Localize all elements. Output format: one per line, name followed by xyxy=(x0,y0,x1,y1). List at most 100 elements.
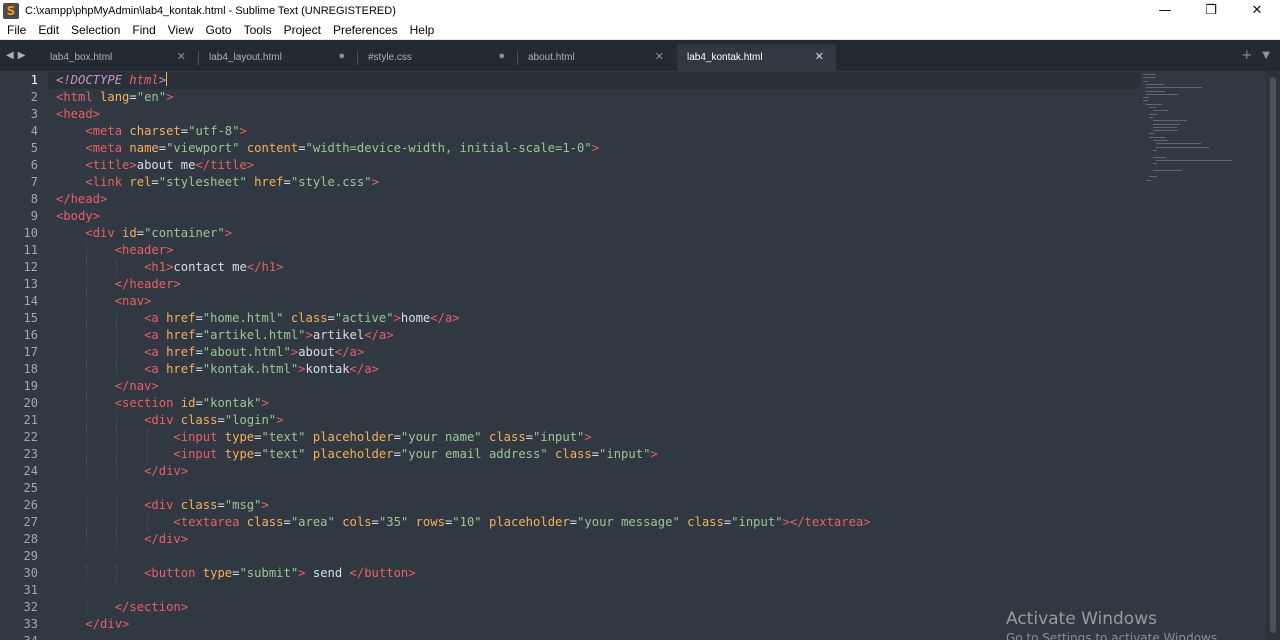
code-token: <!DOCTYPE xyxy=(56,73,130,87)
code-line[interactable]: </nav> xyxy=(56,378,159,395)
code-line[interactable]: <input type="text" placeholder="your nam… xyxy=(56,429,591,446)
minimize-button[interactable]: — xyxy=(1142,0,1188,21)
code-line[interactable]: <nav> xyxy=(56,293,152,310)
code-line[interactable]: </head> xyxy=(56,191,107,208)
line-number: 22 xyxy=(23,430,38,444)
code-token: class xyxy=(246,515,284,529)
indent-guide xyxy=(146,514,148,531)
code-line[interactable]: <a href="artikel.html">artikel</a> xyxy=(56,327,394,344)
tab-close-icon[interactable]: ✕ xyxy=(177,50,186,63)
line-number: 28 xyxy=(23,532,38,546)
code-token: "text" xyxy=(261,447,306,461)
minimap[interactable] xyxy=(1143,71,1253,191)
menu-selection[interactable]: Selection xyxy=(64,23,125,37)
code-line[interactable]: <body> xyxy=(56,208,100,225)
tab-next-icon[interactable]: ▶ xyxy=(18,50,26,61)
line-number: 10 xyxy=(23,226,38,240)
close-button[interactable]: ✕ xyxy=(1234,0,1280,21)
code-line[interactable]: <link rel="stylesheet" href="style.css"> xyxy=(56,174,379,191)
code-line[interactable]: <section id="kontak"> xyxy=(56,395,269,412)
code-line[interactable]: <a href="kontak.html">kontak</a> xyxy=(56,361,379,378)
indent-guide xyxy=(85,344,87,361)
code-token: = xyxy=(327,311,335,325)
code-view[interactable]: <!DOCTYPE html> <html lang="en"> <head> <m… xyxy=(56,71,1136,640)
tab-prev-icon[interactable]: ◀ xyxy=(6,50,14,61)
window-controls: — ❐ ✕ xyxy=(1142,0,1280,21)
tab-modified-icon[interactable]: ● xyxy=(338,50,345,62)
new-tab-icon[interactable]: + xyxy=(1241,48,1252,63)
code-line[interactable]: </section> xyxy=(56,599,188,616)
code-token: <meta xyxy=(85,141,130,155)
tab-close-icon[interactable]: ✕ xyxy=(655,50,664,63)
code-line[interactable]: <head> xyxy=(56,106,100,123)
indent-guide xyxy=(85,361,87,378)
code-token: class xyxy=(290,311,328,325)
tab-modified-icon[interactable]: ● xyxy=(498,50,505,62)
code-line[interactable]: <div id="container"> xyxy=(56,225,232,242)
code-line[interactable]: <a href="about.html">about</a> xyxy=(56,344,364,361)
code-token: type xyxy=(202,566,233,580)
code-line[interactable]: <header> xyxy=(56,242,174,259)
code-token: <html xyxy=(56,90,101,104)
tab-close-icon[interactable]: ✕ xyxy=(815,50,824,63)
code-line[interactable]: <!DOCTYPE html> xyxy=(56,72,168,89)
code-token: > xyxy=(298,362,306,376)
code-token: charset xyxy=(129,124,181,138)
code-line[interactable]: <div class="login"> xyxy=(56,412,283,429)
menu-view[interactable]: View xyxy=(161,23,199,37)
tab-about[interactable]: about.html ✕ xyxy=(518,44,676,71)
menu-goto[interactable]: Goto xyxy=(199,23,237,37)
code-line[interactable]: <button type="submit"> send </button> xyxy=(56,565,416,582)
code-token: "your message" xyxy=(577,515,680,529)
code-line[interactable]: <title>about me</title> xyxy=(56,157,254,174)
code-line[interactable]: <html lang="en"> xyxy=(56,89,173,106)
tab-lab4-box[interactable]: lab4_box.html ✕ xyxy=(40,44,198,71)
line-number: 14 xyxy=(23,294,38,308)
tab-lab4-kontak[interactable]: lab4_kontak.html ✕ xyxy=(677,44,836,71)
minimap-line xyxy=(1152,130,1179,132)
indent-guide xyxy=(116,446,118,463)
code-token: = xyxy=(195,311,203,325)
vertical-scrollbar[interactable] xyxy=(1266,71,1280,640)
maximize-button[interactable]: ❐ xyxy=(1188,0,1234,21)
menu-tools[interactable]: Tools xyxy=(237,23,277,37)
code-token: > xyxy=(371,175,379,189)
code-line[interactable]: </div> xyxy=(56,463,188,480)
editor-area[interactable]: 1 2 3 4 5 6 7 8 9 10 11 12 13 14 15 16 17 18 19 20 21 22 23 24 2… xyxy=(0,71,1280,640)
tab-list-icon[interactable]: ▼ xyxy=(1262,50,1270,61)
code-line[interactable]: </header> xyxy=(56,276,181,293)
code-line[interactable]: <h1>contact me</h1> xyxy=(56,259,283,276)
menu-help[interactable]: Help xyxy=(403,23,440,37)
scrollbar-thumb[interactable] xyxy=(1270,77,1276,633)
code-token: "kontak.html" xyxy=(202,362,299,376)
menu-edit[interactable]: Edit xyxy=(31,23,64,37)
indent-guide xyxy=(85,599,87,616)
menu-file[interactable]: File xyxy=(0,23,31,37)
minimap-line xyxy=(1152,156,1167,158)
code-token: <a xyxy=(144,362,167,376)
code-token: "active" xyxy=(334,311,394,325)
code-token: send xyxy=(305,566,350,580)
menu-preferences[interactable]: Preferences xyxy=(326,23,403,37)
tab-lab4-layout[interactable]: lab4_layout.html ● xyxy=(199,44,357,71)
menu-find[interactable]: Find xyxy=(125,23,160,37)
code-line[interactable]: <meta charset="utf-8"> xyxy=(56,123,246,140)
code-line[interactable]: </div> xyxy=(56,616,129,633)
indent-guide xyxy=(85,259,87,276)
code-token: "viewport" xyxy=(166,141,240,155)
code-token: href xyxy=(166,345,196,359)
line-number: 3 xyxy=(30,107,38,121)
minimap-line xyxy=(1149,116,1154,118)
menu-project[interactable]: Project xyxy=(277,23,326,37)
code-line[interactable]: <div class="msg"> xyxy=(56,497,269,514)
code-line[interactable]: </div> xyxy=(56,531,188,548)
code-token: > xyxy=(261,498,269,512)
tab-style-css[interactable]: #style.css ● xyxy=(358,44,517,71)
code-line[interactable]: <meta name="viewport" content="width=dev… xyxy=(56,140,599,157)
code-line[interactable]: <textarea class="area" cols="35" rows="1… xyxy=(56,514,870,531)
indent-guide xyxy=(116,429,118,446)
